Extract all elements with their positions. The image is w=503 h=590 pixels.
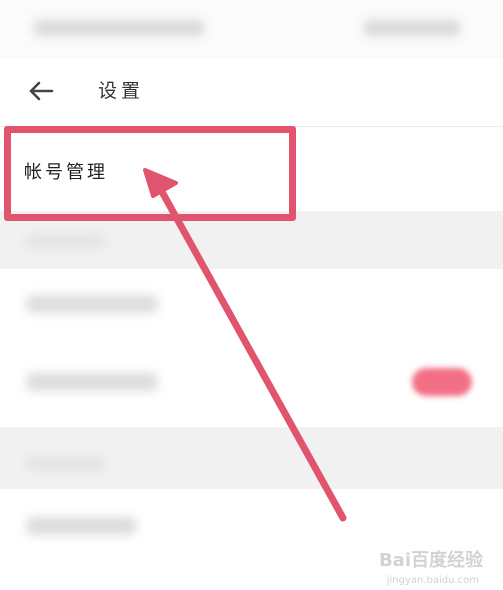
blurred-row-text-1 bbox=[26, 295, 158, 313]
blurred-setting-row-1[interactable] bbox=[0, 269, 503, 341]
page-title: 设置 bbox=[98, 80, 145, 102]
baidu-watermark-url: jingyan.baidu.com bbox=[386, 575, 479, 586]
blurred-section-text-1 bbox=[26, 235, 106, 248]
blurred-row-text-2 bbox=[26, 373, 158, 391]
highlight-box bbox=[4, 126, 296, 221]
blurred-status-right bbox=[364, 20, 460, 36]
blurred-status-left bbox=[34, 20, 204, 36]
blurred-section-header-2 bbox=[0, 427, 503, 489]
setting-toggle[interactable] bbox=[412, 368, 472, 396]
status-bar bbox=[0, 0, 503, 58]
blurred-section-text-2 bbox=[26, 457, 106, 470]
baidu-watermark: Bai百度经验 bbox=[378, 550, 483, 571]
settings-screen: 设置 帐号管理 Bai百度经验 jingyan.baidu.com bbox=[0, 0, 503, 590]
arrow-left-icon[interactable] bbox=[24, 74, 58, 108]
blurred-row-text-3 bbox=[26, 517, 136, 535]
top-bar: 设置 bbox=[0, 58, 503, 127]
